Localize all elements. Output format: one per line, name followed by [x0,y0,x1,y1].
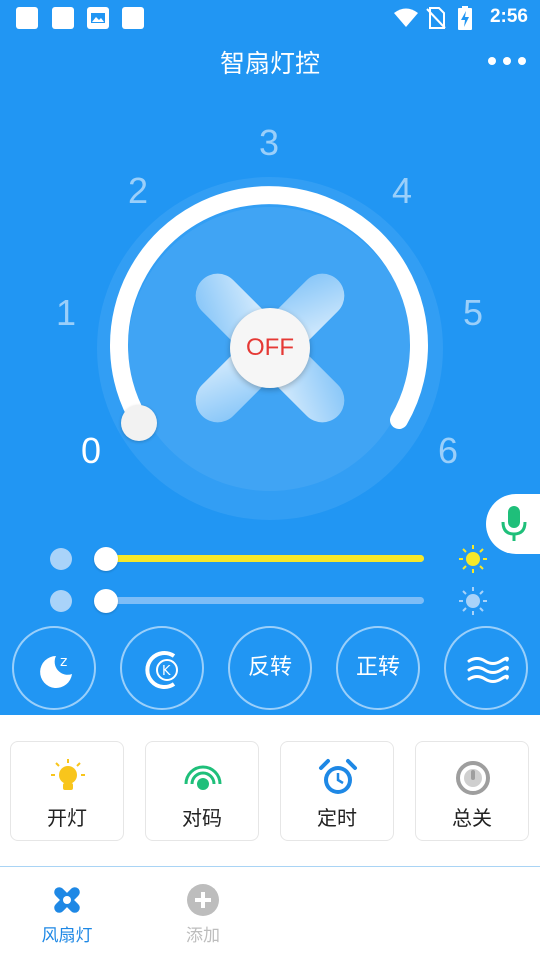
tab-add[interactable]: 添加 [143,880,263,950]
tab-bar-divider [0,866,540,867]
timer-label: 定时 [317,806,357,830]
pair-code-label: 对码 [182,806,222,830]
master-off-label: 总关 [452,806,492,830]
add-circle-icon [187,884,219,916]
light-on-label: 开灯 [47,806,87,830]
sleep-mode-button[interactable]: z [12,626,96,710]
dial-knob[interactable] [121,405,157,441]
tab-fan-light-label: 风扇灯 [41,926,93,946]
tab-fan-light[interactable]: 风扇灯 [7,880,127,950]
alarm-clock-icon [319,759,357,794]
light-on-card[interactable]: 开灯 [10,741,124,841]
svg-text:K: K [162,664,171,679]
sleep-moon-icon: z [40,654,72,688]
natural-wind-icon [467,656,509,683]
master-off-card[interactable]: 总关 [415,741,529,841]
power-toggle-button[interactable]: OFF [230,308,310,388]
color-temp-thumb[interactable] [94,589,118,613]
reverse-button[interactable]: 反转 [228,626,312,710]
forward-button[interactable]: 正转 [336,626,420,710]
brightness-sun-icon [459,545,487,573]
k-mode-icon: K [145,651,178,689]
svg-text:z: z [60,654,67,670]
power-icon [456,761,490,795]
control-panel: 2:56 智扇灯控 0 1 2 3 4 5 6 OFF z K 反转 正转 [0,0,540,715]
voice-control-button[interactable] [486,494,540,554]
color-temp-sun-icon [459,587,487,615]
color-temp-slider[interactable] [94,589,424,613]
color-temp-min-dot [50,590,72,612]
brightness-slider[interactable] [94,547,424,571]
brightness-min-dot [50,548,72,570]
brightness-thumb[interactable] [94,547,118,571]
timer-card[interactable]: 定时 [280,741,394,841]
brightness-fill [104,555,424,562]
pair-code-card[interactable]: 对码 [145,741,259,841]
signal-pair-icon [184,765,222,790]
microphone-icon [501,506,527,541]
fan-icon [54,887,80,913]
bulb-icon [51,759,85,790]
natural-wind-button[interactable] [444,626,528,710]
k-mode-button[interactable]: K [120,626,204,710]
tab-add-label: 添加 [186,926,220,946]
